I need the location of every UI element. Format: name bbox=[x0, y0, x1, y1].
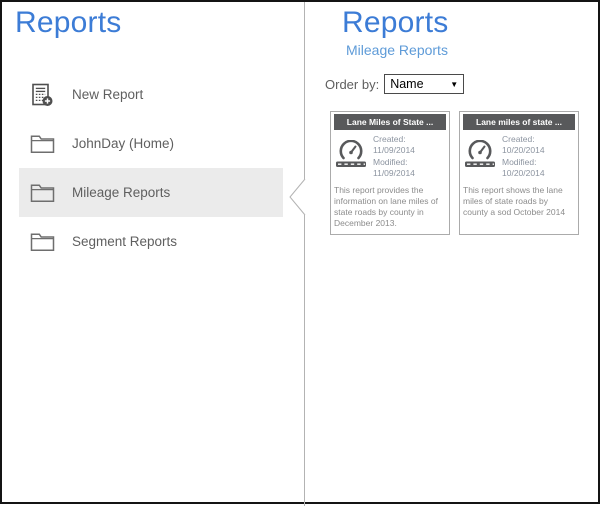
chevron-down-icon: ▼ bbox=[450, 80, 458, 89]
modified-label: Modified: bbox=[502, 157, 537, 167]
modified-value: 11/09/2014 bbox=[373, 168, 415, 178]
order-by-label: Order by: bbox=[325, 77, 379, 92]
report-card-title: Lane Miles of State ... bbox=[334, 114, 446, 130]
reports-content-panel: Reports Mileage Reports Order by: Name ▼… bbox=[305, 2, 600, 502]
order-by-row: Order by: Name ▼ bbox=[325, 74, 600, 94]
created-value: 10/20/2014 bbox=[502, 145, 545, 155]
created-label: Created: bbox=[373, 134, 406, 144]
sidebar-item-johnday-home[interactable]: JohnDay (Home) bbox=[19, 119, 283, 168]
gauge-road-icon bbox=[334, 140, 368, 173]
created-value: 11/09/2014 bbox=[373, 145, 415, 155]
report-card-description: This report shows the lane miles of stat… bbox=[463, 185, 575, 218]
folder-icon bbox=[29, 134, 55, 154]
sidebar-item-label: Segment Reports bbox=[72, 234, 177, 249]
sidebar-item-label: New Report bbox=[72, 87, 143, 102]
folder-breadcrumb: Mileage Reports bbox=[346, 42, 600, 58]
new-report-icon bbox=[29, 83, 55, 107]
report-card-dates: Created: 10/20/2014 Modified: 10/20/2014 bbox=[502, 134, 575, 180]
sidebar-item-mileage-reports[interactable]: Mileage Reports bbox=[19, 168, 283, 217]
content-title: Reports bbox=[342, 6, 600, 39]
sidebar-item-new-report[interactable]: New Report bbox=[19, 70, 283, 119]
report-card-title: Lane miles of state ... bbox=[463, 114, 575, 130]
sidebar-item-label: Mileage Reports bbox=[72, 185, 170, 200]
order-by-select[interactable]: Name ▼ bbox=[384, 74, 464, 94]
reports-sidebar: Reports New Report bbox=[2, 2, 304, 502]
order-by-selected-value: Name bbox=[390, 77, 423, 91]
folder-icon bbox=[29, 183, 55, 203]
gauge-road-icon bbox=[463, 140, 497, 173]
report-card-description: This report provides the information on … bbox=[334, 185, 446, 229]
sidebar-menu: New Report JohnDay (Home) Mileage Report… bbox=[2, 70, 304, 266]
folder-icon bbox=[29, 232, 55, 252]
sidebar-item-segment-reports[interactable]: Segment Reports bbox=[19, 217, 283, 266]
created-label: Created: bbox=[502, 134, 535, 144]
sidebar-item-label: JohnDay (Home) bbox=[72, 136, 174, 151]
report-card[interactable]: Lane miles of state ... Created: 10/20/2… bbox=[459, 111, 579, 235]
report-card-list: Lane Miles of State ... Created: 11/09/2… bbox=[330, 111, 600, 235]
selected-item-pointer-icon bbox=[288, 178, 306, 216]
sidebar-title: Reports bbox=[15, 6, 304, 39]
report-card-dates: Created: 11/09/2014 Modified: 11/09/2014 bbox=[373, 134, 446, 180]
report-card[interactable]: Lane Miles of State ... Created: 11/09/2… bbox=[330, 111, 450, 235]
modified-label: Modified: bbox=[373, 157, 408, 167]
modified-value: 10/20/2014 bbox=[502, 168, 545, 178]
